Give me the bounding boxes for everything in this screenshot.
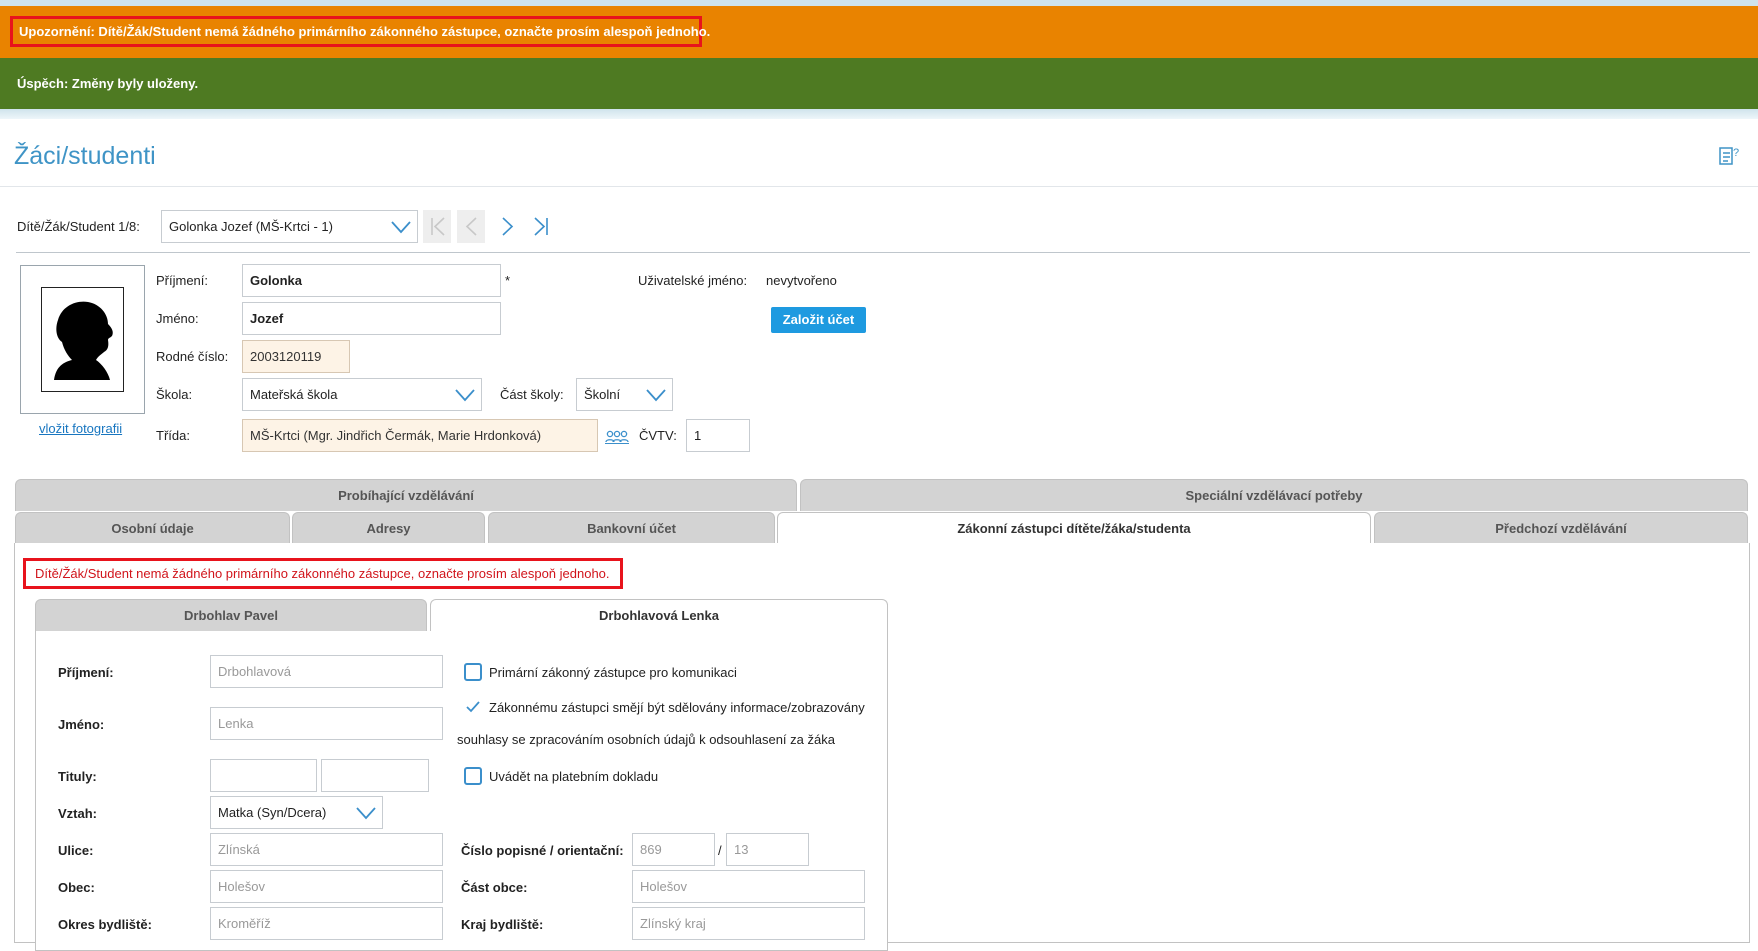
cvtv-input[interactable]: 1: [686, 419, 750, 452]
tab-special-needs[interactable]: Speciální vzdělávací potřeby: [800, 479, 1748, 511]
student-select-value: Golonka Jozef (MŠ-Krtci - 1): [169, 219, 333, 234]
chevron-down-icon: [455, 389, 475, 402]
tab-addresses[interactable]: Adresy: [292, 512, 485, 544]
school-part-label: Část školy:: [500, 387, 564, 402]
primary-guardian-label: Primární zákonný zástupce pro komunikaci: [489, 665, 737, 680]
next-icon: [502, 217, 514, 236]
first-record-button[interactable]: [423, 210, 451, 243]
first-icon: [431, 217, 445, 236]
cvtv-label: ČVTV:: [639, 428, 677, 443]
guardian-name-label: Jméno:: [58, 717, 105, 732]
svg-text:?: ?: [1733, 147, 1739, 159]
title-after-input[interactable]: [321, 759, 429, 792]
guardian-street-label: Ulice:: [58, 843, 94, 858]
photo-frame: [41, 287, 124, 392]
insert-photo-link[interactable]: vložit fotografii: [39, 421, 122, 436]
guardian-name-input[interactable]: Lenka: [210, 707, 443, 740]
guardian-surname-label: Příjmení:: [58, 665, 114, 680]
photo-placeholder-icon: [54, 301, 113, 380]
house-number-separator: /: [718, 843, 722, 858]
school-select-value: Mateřská škola: [250, 387, 338, 402]
city-part-label: Část obce:: [461, 880, 528, 895]
primary-guardian-checkbox[interactable]: [464, 663, 482, 681]
guardian-city-input[interactable]: Holešov: [210, 870, 443, 903]
success-alert-text: Úspěch: Změny byly uloženy.: [17, 76, 199, 91]
success-alert: Úspěch: Změny byly uloženy.: [0, 58, 1758, 109]
payment-document-checkbox[interactable]: [464, 767, 482, 785]
info-consent-label-line1: Zákonnému zástupci smějí být sdělovány i…: [489, 700, 865, 715]
guardian-error-message: Dítě/Žák/Student nemá žádného primárního…: [23, 558, 623, 589]
create-account-button[interactable]: Založit účet: [771, 307, 866, 333]
name-input[interactable]: Jozef: [242, 302, 501, 335]
payment-document-label: Uvádět na platebním dokladu: [489, 769, 659, 784]
tab-personal-data[interactable]: Osobní údaje: [15, 512, 290, 544]
tab-previous-education[interactable]: Předchozí vzdělávání: [1374, 512, 1748, 544]
guardian-tab-drbohlav-pavel[interactable]: Drbohlav Pavel: [35, 599, 427, 631]
warning-alert: Upozornění: Dítě/Žák/Student nemá žádnéh…: [0, 6, 1758, 58]
prev-record-button[interactable]: [457, 210, 485, 243]
username-label: Uživatelské jméno:: [638, 273, 748, 288]
name-label: Jméno:: [156, 311, 199, 326]
guardian-tab-drbohlavova-lenka[interactable]: Drbohlavová Lenka: [430, 599, 888, 632]
student-photo: [20, 265, 145, 414]
warning-alert-text: Upozornění: Dítě/Žák/Student nemá žádnéh…: [10, 16, 710, 47]
school-label: Škola:: [156, 387, 193, 402]
guardian-relation-select[interactable]: Matka (Syn/Dcera): [210, 796, 383, 829]
district-label: Okres bydliště:: [58, 917, 152, 932]
house-number-label: Číslo popisné / orientační:: [461, 843, 624, 858]
page-title: Žáci/studenti: [14, 142, 156, 170]
surname-label: Příjmení:: [156, 273, 209, 288]
required-mark: *: [505, 273, 511, 288]
chevron-down-icon: [356, 807, 376, 820]
region-input[interactable]: Zlínský kraj: [632, 907, 865, 940]
title-separator: [0, 186, 1758, 187]
guardian-surname-input[interactable]: Drbohlavová: [210, 655, 443, 688]
guardian-street-input[interactable]: Zlínská: [210, 833, 443, 866]
city-part-input[interactable]: Holešov: [632, 870, 865, 903]
surname-input[interactable]: Golonka: [242, 264, 501, 297]
guardian-relation-value: Matka (Syn/Dcera): [218, 805, 327, 820]
school-select[interactable]: Mateřská škola: [242, 378, 482, 411]
class-label: Třída:: [156, 428, 190, 443]
orientation-number-input[interactable]: 13: [726, 833, 809, 866]
guardian-city-label: Obec:: [58, 880, 95, 895]
help-doc-icon[interactable]: ?: [1718, 145, 1740, 167]
district-input[interactable]: Kroměříž: [210, 907, 443, 940]
nav-separator: [16, 252, 1750, 253]
chevron-down-icon: [391, 221, 411, 234]
school-part-select-value: Školní: [584, 387, 621, 402]
info-consent-label-line2: souhlasy se zpracováním osobních údajů k…: [457, 732, 835, 747]
guardian-detail-panel: [35, 631, 888, 951]
class-field: MŠ-Krtci (Mgr. Jindřich Čermák, Marie Hr…: [242, 419, 598, 452]
student-nav-label: Dítě/Žák/Student 1/8:: [17, 219, 140, 234]
student-select[interactable]: Golonka Jozef (MŠ-Krtci - 1): [161, 210, 418, 243]
guardian-titles-label: Tituly:: [58, 769, 97, 784]
next-record-button[interactable]: [493, 210, 521, 243]
school-part-select[interactable]: Školní: [576, 378, 673, 411]
birth-number-label: Rodné číslo:: [156, 349, 229, 364]
info-consent-checkmark-icon[interactable]: [465, 700, 481, 714]
last-record-button[interactable]: [527, 210, 555, 243]
tab-legal-guardians[interactable]: Zákonní zástupci dítěte/žáka/studenta: [777, 512, 1371, 545]
tab-ongoing-education[interactable]: Probíhající vzdělávání: [15, 479, 797, 511]
birth-number-field: 2003120119: [242, 340, 350, 373]
region-label: Kraj bydliště:: [461, 917, 544, 932]
title-before-input[interactable]: [210, 759, 317, 792]
chevron-down-icon: [646, 389, 666, 402]
last-icon: [534, 217, 548, 236]
alert-shadow: [0, 109, 1758, 119]
prev-icon: [465, 217, 477, 236]
tab-bank-account[interactable]: Bankovní účet: [488, 512, 775, 544]
class-picker-icon[interactable]: [605, 428, 629, 444]
username-value: nevytvořeno: [766, 273, 837, 288]
house-number-input[interactable]: 869: [632, 833, 715, 866]
guardian-relation-label: Vztah:: [58, 806, 97, 821]
